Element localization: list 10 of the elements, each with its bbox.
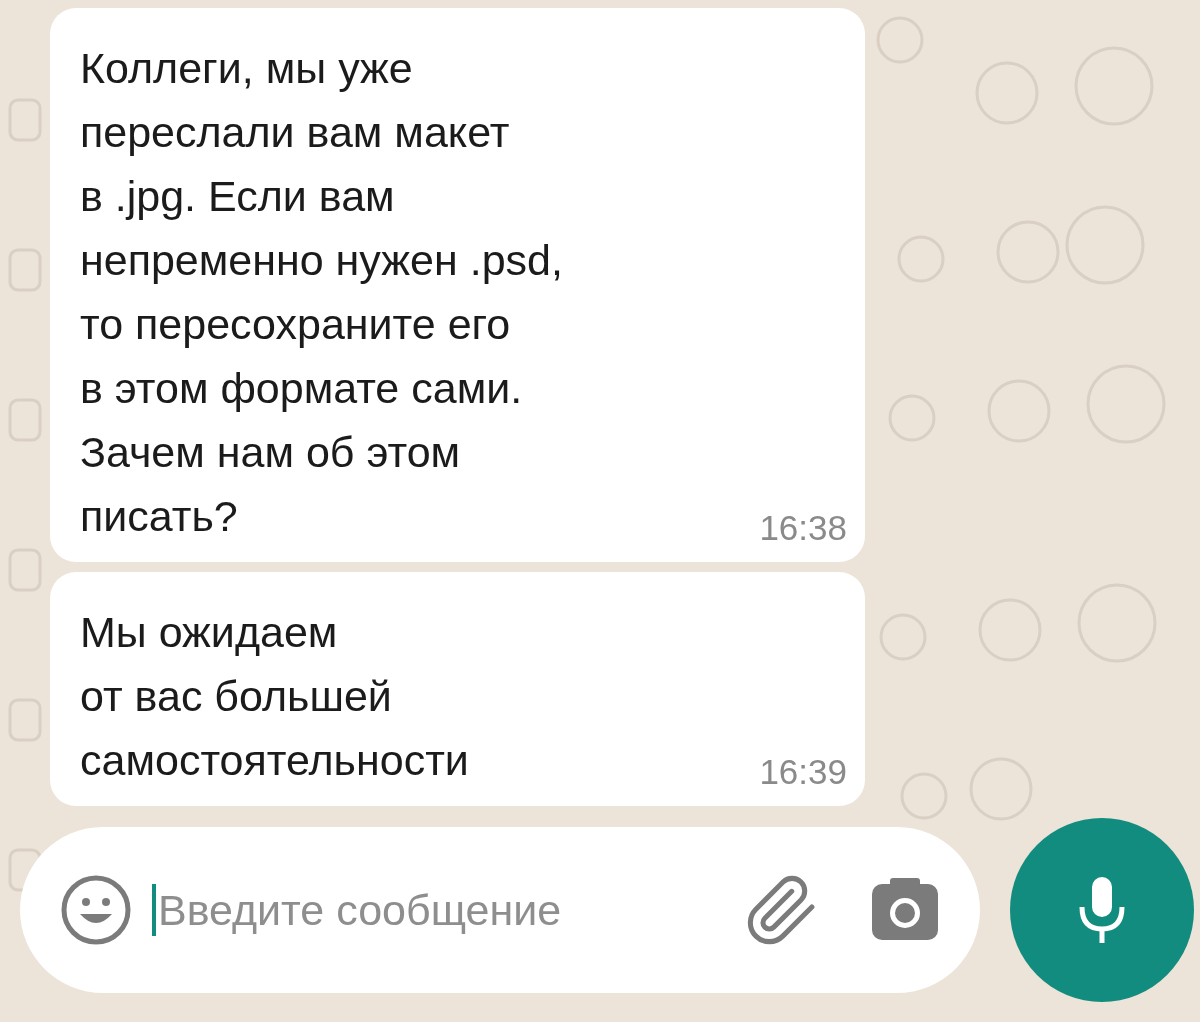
camera-icon[interactable] — [870, 878, 940, 942]
message-text: Мы ожидаем от вас большей самостоятельности — [80, 607, 469, 786]
text-cursor — [152, 884, 156, 936]
message-field[interactable]: Введите сообщение — [20, 827, 980, 993]
message-time: 16:39 — [759, 752, 847, 792]
message-placeholder: Введите сообщение — [158, 885, 562, 935]
microphone-icon — [1077, 875, 1127, 945]
smiley-icon[interactable] — [60, 874, 132, 946]
message-text: Коллеги, мы уже переслали вам макет в .jpg. Если вам непременно нужен .psd, то пересохраните его в этом формате сами. Зачем нам об этом писать? — [80, 43, 563, 542]
message-time: 16:38 — [759, 508, 847, 548]
